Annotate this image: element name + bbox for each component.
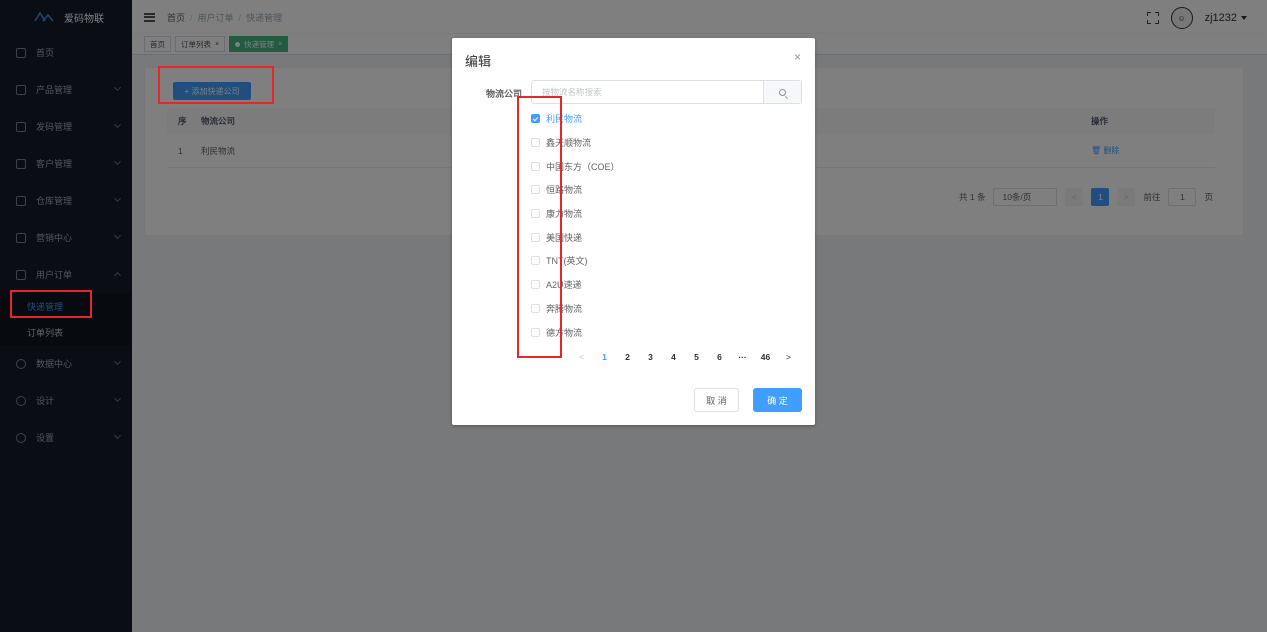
dialog-pagination: < 1 2 3 4 5 6 ··· 46 >	[570, 352, 800, 362]
cancel-button[interactable]: 取 消	[694, 388, 739, 412]
next-page-button[interactable]: >	[777, 352, 800, 362]
page-button[interactable]: 5	[685, 352, 708, 362]
page-button[interactable]: 6	[708, 352, 731, 362]
page-button[interactable]: 1	[593, 352, 616, 362]
highlight-box-express-menu	[10, 290, 92, 318]
close-icon[interactable]: ×	[794, 50, 801, 64]
page-button[interactable]: 46	[754, 352, 777, 362]
more-pages-icon[interactable]: ···	[731, 352, 754, 362]
prev-page-button[interactable]: <	[570, 352, 593, 362]
search-input[interactable]	[532, 81, 763, 103]
page-button[interactable]: 2	[616, 352, 639, 362]
page-button[interactable]: 3	[639, 352, 662, 362]
page-button[interactable]: 4	[662, 352, 685, 362]
edit-dialog: 编辑 × 物流公司 利民物流 鑫天顺物流 中国东方（COE） 恒路物流 康力物流…	[452, 38, 815, 425]
search-button[interactable]	[763, 81, 801, 103]
highlight-box-checkboxes	[517, 96, 562, 358]
company-search	[531, 80, 802, 104]
dialog-title: 编辑	[465, 54, 492, 69]
search-icon	[779, 88, 786, 96]
highlight-box-add-button	[158, 66, 274, 104]
confirm-button[interactable]: 确 定	[753, 388, 802, 412]
